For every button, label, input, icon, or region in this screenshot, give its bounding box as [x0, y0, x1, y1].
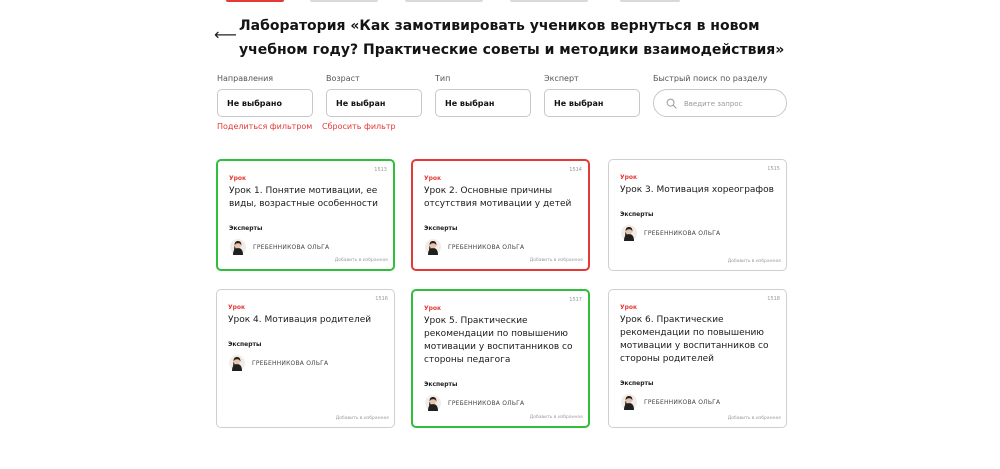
top-tab[interactable]: [310, 0, 378, 2]
add-to-favorites-link[interactable]: Добавить в избранное: [335, 258, 388, 263]
card-title[interactable]: Урок 1. Понятие мотивации, ее виды, возр…: [229, 185, 389, 211]
card-experts-label: Эксперты: [620, 380, 654, 387]
card-expert-name[interactable]: ГРЕБЕННИКОВА ОЛЬГА: [644, 399, 720, 406]
card-title[interactable]: Урок 4. Мотивация родителей: [228, 314, 388, 327]
card-number: 1513: [374, 167, 387, 173]
lesson-card[interactable]: 1518 Урок Урок 6. Практические рекоменда…: [608, 289, 787, 428]
card-number: 1518: [767, 296, 780, 302]
top-tab-active[interactable]: [226, 0, 284, 2]
card-experts-label: Эксперты: [229, 225, 263, 232]
card-number: 1515: [767, 166, 780, 172]
page-title: Лаборатория «Как замотивировать учеников…: [239, 18, 785, 58]
card-expert-name[interactable]: ГРЕБЕННИКОВА ОЛЬГА: [644, 230, 720, 237]
card-number: 1517: [569, 297, 582, 303]
filter-age-label: Возраст: [326, 74, 360, 83]
quick-search-label: Быстрый поиск по разделу: [653, 74, 768, 83]
filter-direction-label: Направления: [217, 74, 274, 83]
card-experts-label: Эксперты: [228, 341, 262, 348]
expert-avatar[interactable]: [229, 355, 245, 371]
card-title[interactable]: Урок 5. Практические рекомендации по пов…: [424, 315, 584, 367]
share-filter-link[interactable]: Поделиться фильтром: [217, 122, 312, 131]
expert-avatar[interactable]: [230, 239, 246, 255]
add-to-favorites-link[interactable]: Добавить в избранное: [728, 416, 781, 421]
reset-filter-link[interactable]: Сбросить фильтр: [322, 122, 396, 131]
card-experts-label: Эксперты: [620, 211, 654, 218]
expert-avatar[interactable]: [621, 394, 637, 410]
filter-expert-select[interactable]: Не выбран: [544, 89, 640, 117]
top-tab[interactable]: [620, 0, 680, 2]
card-title[interactable]: Урок 2. Основные причины отсутствия моти…: [424, 185, 584, 211]
expert-avatar[interactable]: [621, 225, 637, 241]
add-to-favorites-link[interactable]: Добавить в избранное: [530, 258, 583, 263]
filter-direction-select[interactable]: Не выбрано: [217, 89, 313, 117]
card-experts-label: Эксперты: [424, 225, 458, 232]
expert-avatar[interactable]: [425, 395, 441, 411]
card-expert-name[interactable]: ГРЕБЕННИКОВА ОЛЬГА: [448, 244, 524, 251]
filter-type-select[interactable]: Не выбран: [435, 89, 531, 117]
quick-search-input[interactable]: [684, 97, 780, 110]
card-type-label: Урок: [620, 304, 638, 311]
card-expert-name[interactable]: ГРЕБЕННИКОВА ОЛЬГА: [252, 360, 328, 367]
top-tabs-strip: [0, 0, 1000, 4]
top-tab[interactable]: [510, 0, 588, 2]
quick-search-box[interactable]: [653, 89, 787, 117]
lesson-card[interactable]: 1515 Урок Урок 3. Мотивация хореографов …: [608, 159, 787, 271]
top-tab[interactable]: [405, 0, 483, 2]
lesson-card[interactable]: 1514 Урок Урок 2. Основные причины отсут…: [411, 159, 590, 271]
card-type-label: Урок: [229, 175, 247, 182]
card-type-label: Урок: [620, 174, 638, 181]
filter-expert-label: Эксперт: [544, 74, 579, 83]
add-to-favorites-link[interactable]: Добавить в избранное: [530, 415, 583, 420]
card-type-label: Урок: [424, 175, 442, 182]
card-number: 1514: [569, 167, 582, 173]
lesson-card[interactable]: 1513 Урок Урок 1. Понятие мотивации, ее …: [216, 159, 395, 271]
card-type-label: Урок: [424, 305, 442, 312]
add-to-favorites-link[interactable]: Добавить в избранное: [336, 416, 389, 421]
back-arrow-icon[interactable]: ⟵: [214, 27, 237, 43]
card-title[interactable]: Урок 3. Мотивация хореографов: [620, 184, 780, 197]
search-icon: [666, 98, 677, 109]
card-expert-name[interactable]: ГРЕБЕННИКОВА ОЛЬГА: [253, 244, 329, 251]
card-expert-name[interactable]: ГРЕБЕННИКОВА ОЛЬГА: [448, 400, 524, 407]
card-title[interactable]: Урок 6. Практические рекомендации по пов…: [620, 314, 780, 366]
card-type-label: Урок: [228, 304, 246, 311]
filter-age-select[interactable]: Не выбран: [326, 89, 422, 117]
card-experts-label: Эксперты: [424, 381, 458, 388]
filter-type-label: Тип: [435, 74, 451, 83]
expert-avatar[interactable]: [425, 239, 441, 255]
lesson-card[interactable]: 1516 Урок Урок 4. Мотивация родителей Эк…: [216, 289, 395, 428]
lesson-card[interactable]: 1517 Урок Урок 5. Практические рекоменда…: [411, 289, 590, 428]
card-number: 1516: [375, 296, 388, 302]
add-to-favorites-link[interactable]: Добавить в избранное: [728, 259, 781, 264]
